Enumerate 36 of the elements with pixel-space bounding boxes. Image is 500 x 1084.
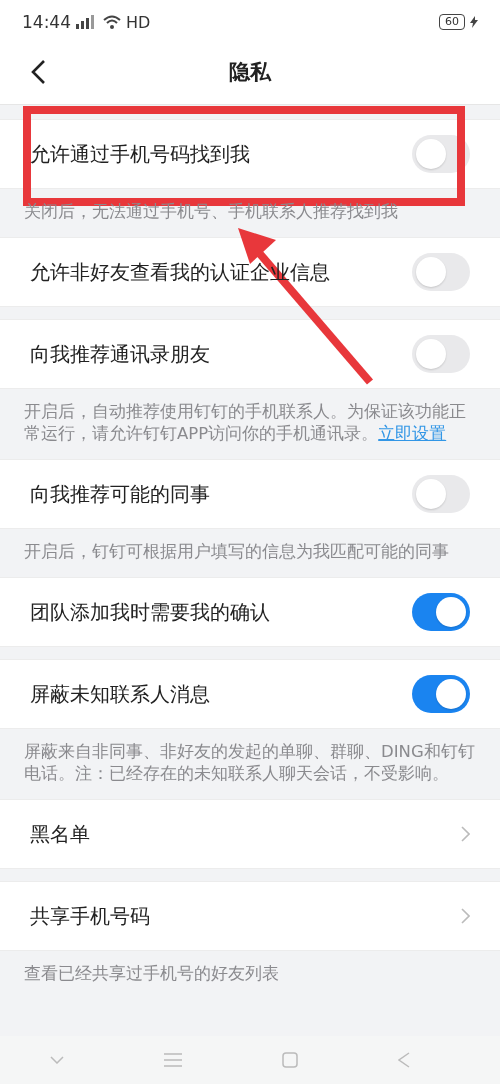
wifi-icon xyxy=(103,15,121,29)
network-label: HD xyxy=(126,12,151,32)
setting-description: 开启后，自动推荐使用钉钉的手机联系人。为保证该功能正常运行，请允许钉钉APP访问你的手机通讯录。立即设置 xyxy=(23,401,467,445)
setting-description: 关闭后，无法通过手机号、手机联系人推荐找到我 xyxy=(23,201,399,223)
settings-row[interactable]: 团队添加我时需要我的确认 xyxy=(0,577,500,647)
chevron-right-icon xyxy=(461,826,470,842)
toggle-switch[interactable] xyxy=(412,335,470,373)
battery-level: 60 xyxy=(439,14,465,30)
chevron-right-icon xyxy=(461,908,470,924)
toggle-switch[interactable] xyxy=(412,253,470,291)
settings-row[interactable]: 向我推荐通讯录朋友 xyxy=(0,319,500,389)
back-icon[interactable] xyxy=(30,59,46,85)
setting-label: 允许通过手机号码找到我 xyxy=(30,140,250,168)
setting-description: 查看已经共享过手机号的好友列表 xyxy=(23,963,280,985)
setting-description: 屏蔽来自非同事、非好友的发起的单聊、群聊、DING和钉钉电话。注：已经存在的未知联系人聊天会话，不受影响。 xyxy=(23,741,476,785)
setting-label: 向我推荐通讯录朋友 xyxy=(30,340,210,368)
charging-icon xyxy=(470,16,478,28)
setting-label: 团队添加我时需要我的确认 xyxy=(30,598,270,626)
home-square-icon[interactable] xyxy=(282,1052,298,1068)
settings-row[interactable]: 黑名单 xyxy=(0,799,500,869)
menu-icon[interactable] xyxy=(164,1053,182,1067)
setting-description: 开启后，钉钉可根据用户填写的信息为我匹配可能的同事 xyxy=(23,541,450,563)
toggle-switch[interactable] xyxy=(412,593,470,631)
page-title: 隐私 xyxy=(229,59,271,86)
chevron-down-icon[interactable] xyxy=(50,1056,64,1064)
settings-row[interactable]: 屏蔽未知联系人消息 xyxy=(0,659,500,729)
status-time: 14:44 xyxy=(22,12,71,32)
toggle-switch[interactable] xyxy=(412,475,470,513)
setting-label: 屏蔽未知联系人消息 xyxy=(30,680,210,708)
settings-row[interactable]: 向我推荐可能的同事 xyxy=(0,459,500,529)
setting-label: 向我推荐可能的同事 xyxy=(30,480,210,508)
settings-row[interactable]: 共享手机号码 xyxy=(0,881,500,951)
setting-label: 黑名单 xyxy=(30,820,90,848)
toggle-switch[interactable] xyxy=(412,675,470,713)
settings-row[interactable]: 允许通过手机号码找到我 xyxy=(0,119,500,189)
setting-label: 共享手机号码 xyxy=(30,902,150,930)
